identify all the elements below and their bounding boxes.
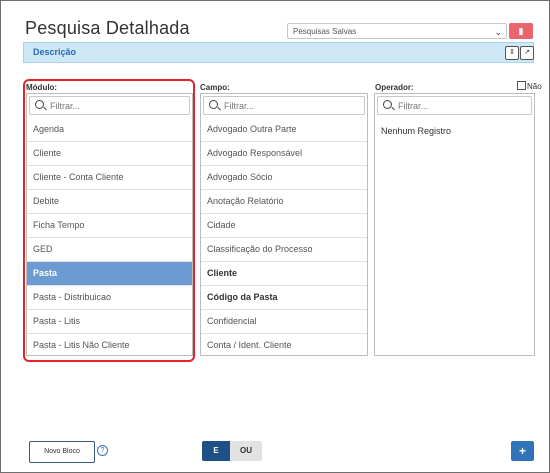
delete-search-button[interactable]: ▮ <box>509 23 533 39</box>
modulo-panel: Agenda Cliente Cliente - Conta Cliente D… <box>26 93 193 356</box>
list-item[interactable]: Ficha Tempo <box>27 214 192 238</box>
list-item[interactable]: GED <box>27 238 192 262</box>
novo-bloco-button[interactable]: Novo Bloco <box>29 441 95 463</box>
list-item[interactable]: Advogado Outra Parte <box>201 118 367 142</box>
campo-panel: Advogado Outra Parte Advogado Responsáve… <box>200 93 368 356</box>
campo-label: Campo: <box>200 83 230 92</box>
and-toggle-button[interactable]: E <box>202 441 230 461</box>
operador-panel: Nenhum Registro <box>374 93 535 356</box>
modulo-filter[interactable] <box>29 96 190 115</box>
list-item[interactable]: Agenda <box>27 118 192 142</box>
or-toggle-button[interactable]: OU <box>230 441 262 461</box>
checkbox-icon[interactable] <box>517 81 526 90</box>
list-item[interactable]: Classificação do Processo <box>201 238 367 262</box>
list-item-selected[interactable]: Pasta <box>27 262 192 286</box>
list-item[interactable]: Cliente <box>201 262 367 286</box>
list-item[interactable]: Cidade <box>201 214 367 238</box>
list-item[interactable]: Cliente - Conta Cliente <box>27 166 192 190</box>
nao-label: Não <box>527 82 542 91</box>
help-icon[interactable]: ? <box>97 445 108 456</box>
campo-filter[interactable] <box>203 96 365 115</box>
saved-searches-value: Pesquisas Salvas <box>293 27 357 36</box>
list-item[interactable]: Pasta - Litis <box>27 310 192 334</box>
chevron-down-icon: ⌄ <box>494 27 502 37</box>
list-item[interactable]: Confidencial <box>201 310 367 334</box>
list-item[interactable]: Conta / Ident. Cliente <box>201 334 367 355</box>
modulo-list: Agenda Cliente Cliente - Conta Cliente D… <box>27 118 192 355</box>
list-item[interactable]: Pasta - Distribuicao <box>27 286 192 310</box>
search-icon <box>383 100 392 109</box>
trash-icon: ▮ <box>518 26 524 36</box>
list-item[interactable]: Cliente <box>27 142 192 166</box>
list-item[interactable]: Advogado Sócio <box>201 166 367 190</box>
list-item[interactable]: Código da Pasta <box>201 286 367 310</box>
edit-icon[interactable]: ↗ <box>520 46 534 60</box>
list-item[interactable]: Pasta - Litis Não Cliente <box>27 334 192 355</box>
description-bar[interactable]: Descrição ⇕ ↗ <box>23 42 534 63</box>
campo-filter-input[interactable] <box>224 99 344 112</box>
list-item[interactable]: Anotação Relatório <box>201 190 367 214</box>
campo-list: Advogado Outra Parte Advogado Responsáve… <box>201 118 367 355</box>
sort-icon[interactable]: ⇕ <box>505 46 519 60</box>
operador-filter[interactable] <box>377 96 532 115</box>
search-icon <box>209 100 218 109</box>
search-icon <box>35 100 44 109</box>
empty-message: Nenhum Registro <box>381 126 452 136</box>
list-item[interactable]: Advogado Responsável <box>201 142 367 166</box>
nao-checkbox[interactable]: Não <box>517 81 542 91</box>
operador-label: Operador: <box>375 83 414 92</box>
modulo-filter-input[interactable] <box>50 99 170 112</box>
modulo-label: Módulo: <box>26 83 58 92</box>
description-label: Descrição <box>33 47 77 57</box>
page-title: Pesquisa Detalhada <box>25 18 190 38</box>
saved-searches-select[interactable]: Pesquisas Salvas ⌄ <box>287 23 507 39</box>
list-item[interactable]: Debite <box>27 190 192 214</box>
operador-filter-input[interactable] <box>398 99 518 112</box>
add-button[interactable]: + <box>511 441 534 461</box>
